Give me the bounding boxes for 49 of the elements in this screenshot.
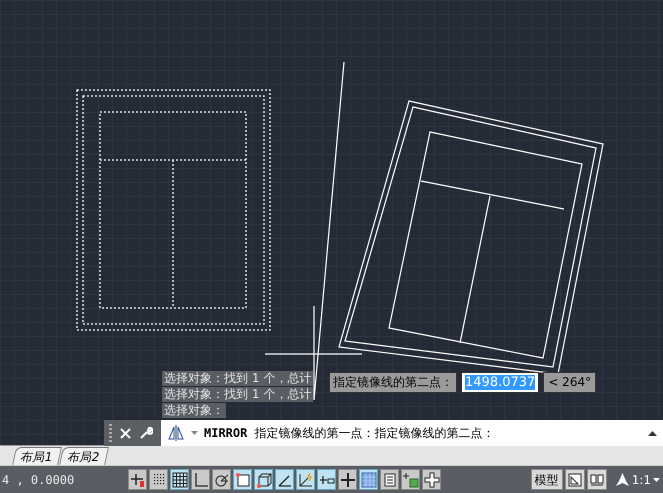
annotation-scale-button[interactable]: 1:1 xyxy=(614,470,663,488)
crosshair-icon xyxy=(130,472,146,488)
status-toggle-button[interactable] xyxy=(275,469,294,490)
layout-view-button[interactable] xyxy=(564,469,585,490)
status-toggle-button[interactable] xyxy=(212,469,231,490)
status-toggle-button[interactable] xyxy=(317,469,336,490)
layout-switch-button[interactable] xyxy=(586,469,607,490)
caret-icon xyxy=(653,478,660,482)
scroll-up-icon[interactable] xyxy=(648,430,657,436)
status-toggle-button[interactable] xyxy=(380,469,399,490)
angle-readout: < 264° xyxy=(543,372,596,393)
drawing-canvas[interactable]: 选择对象：找到 1 个，总计 选择对象：找到 1 个，总计 选择对象： 指定镜像线的第二点： 1498.0737 < 264° MIRROR 指定镜像线的第一点：指定镜像线的第二点： xyxy=(0,0,663,445)
coordinates-readout: 4 , 0.0000 xyxy=(1,472,76,488)
cube-icon xyxy=(256,472,272,488)
status-toggle-button[interactable] xyxy=(170,469,189,490)
model-button[interactable]: 模型 xyxy=(530,469,563,490)
status-toggle-button[interactable] xyxy=(422,469,441,490)
axes-lightning-icon xyxy=(298,472,314,488)
status-toggle-button[interactable] xyxy=(359,469,378,490)
status-toggle-button[interactable] xyxy=(128,469,147,490)
stacked-squares-icon xyxy=(402,472,418,488)
status-toggle-button[interactable] xyxy=(233,469,252,490)
angle-circle-icon xyxy=(214,472,230,488)
annotation-icon xyxy=(614,472,630,487)
status-toggle-button[interactable] xyxy=(254,469,273,490)
status-toggle-button[interactable] xyxy=(296,469,315,490)
command-text: MIRROR 指定镜像线的第一点：指定镜像线的第二点： xyxy=(204,425,495,442)
dynamic-input-prompt: 指定镜像线的第二点： xyxy=(329,372,457,393)
caret-icon[interactable] xyxy=(191,431,198,435)
grid-icon xyxy=(172,472,188,488)
wrench-icon[interactable] xyxy=(139,426,153,440)
layout-tab[interactable]: 布局2 xyxy=(58,447,108,465)
status-toggle-button[interactable] xyxy=(401,469,420,490)
close-icon[interactable] xyxy=(120,428,131,438)
split-sheet-icon xyxy=(590,472,604,486)
status-toggle-button[interactable] xyxy=(191,469,210,490)
checker-icon xyxy=(360,472,376,488)
command-input-field[interactable]: MIRROR 指定镜像线的第一点：指定镜像线的第二点： xyxy=(161,420,663,446)
list-icon xyxy=(382,472,398,488)
status-toggle-button[interactable] xyxy=(149,469,168,490)
grip-icon[interactable] xyxy=(109,424,113,442)
cross-icon xyxy=(424,472,440,488)
triangle-sheet-icon xyxy=(568,472,582,486)
layout-tab[interactable]: 布局1 xyxy=(12,447,62,465)
status-toggle-button[interactable] xyxy=(338,469,357,490)
mirror-icon xyxy=(167,425,185,441)
plus-icon xyxy=(340,472,356,488)
corner-icon xyxy=(192,472,208,488)
square-icon xyxy=(234,472,250,488)
